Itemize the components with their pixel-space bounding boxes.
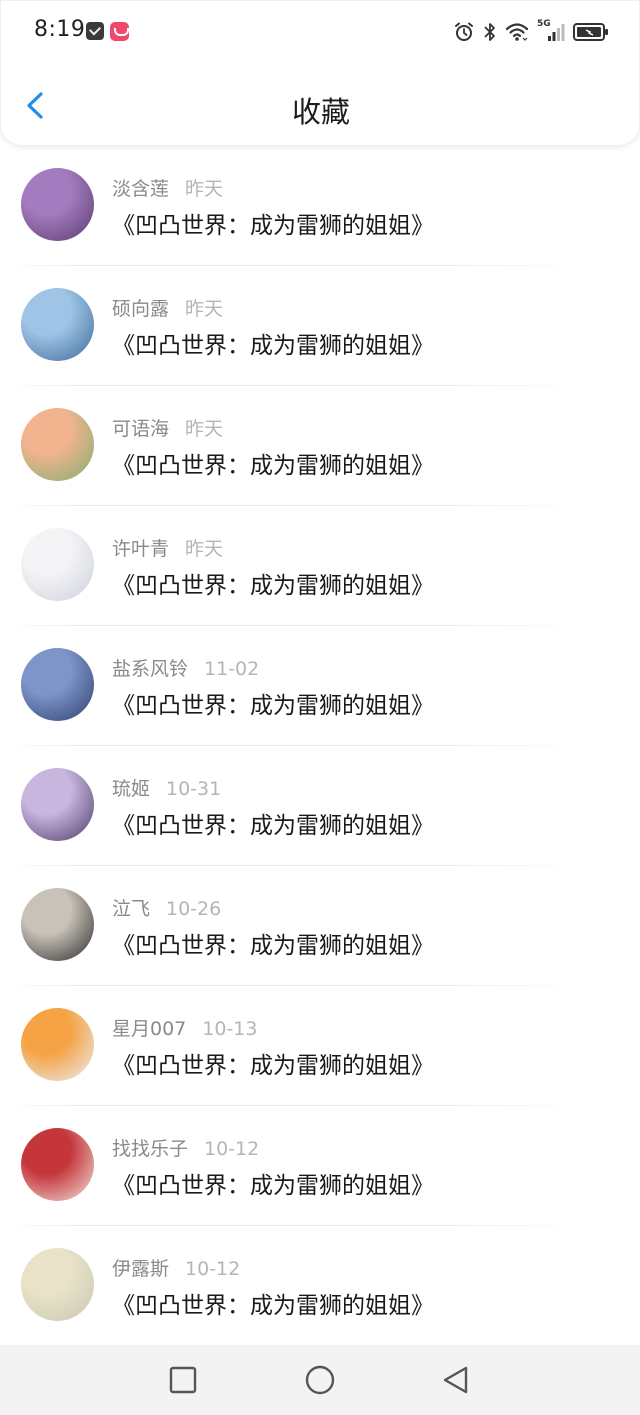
user-name[interactable]: 硕向露 [112,298,169,320]
recent-apps-icon [169,1366,197,1394]
top-bar: 8:19 5G 收藏 [0,0,640,146]
favorite-list-item[interactable]: 伊露斯 10-12 《凹凸世界：成为雷狮的姐姐》 [0,1226,640,1346]
item-date: 10-26 [166,898,222,920]
avatar[interactable] [21,648,94,721]
user-name[interactable]: 找找乐子 [112,1138,188,1160]
favorite-list-item[interactable]: 盐系风铃 11-02 《凹凸世界：成为雷狮的姐姐》 [0,626,640,746]
item-date: 昨天 [185,538,224,560]
favorite-list-item[interactable]: 泣飞 10-26 《凹凸世界：成为雷狮的姐姐》 [0,866,640,986]
5g-signal-icon: 5G [537,19,565,43]
avatar[interactable] [21,408,94,481]
message-icon [86,22,104,40]
user-name[interactable]: 伊露斯 [112,1258,169,1280]
system-nav-bar [0,1345,640,1415]
battery-icon [573,21,609,43]
item-meta: 找找乐子 10-12 [112,1134,259,1161]
favorites-list: 淡含莲 昨天 《凹凸世界：成为雷狮的姐姐》 硕向露 昨天 《凹凸世界：成为雷狮的姐姐》 可语… [0,146,640,1346]
book-title[interactable]: 《凹凸世界：成为雷狮的姐姐》 [112,926,434,960]
avatar[interactable] [21,168,94,241]
item-meta: 星月007 10-13 [112,1014,257,1041]
book-title[interactable]: 《凹凸世界：成为雷狮的姐姐》 [112,1046,434,1080]
item-date: 10-12 [204,1138,260,1160]
favorite-list-item[interactable]: 可语海 昨天《凹凸世界：成为雷狮的姐姐》 [0,386,640,506]
favorite-list-item[interactable]: 硕向露 昨天《凹凸世界：成为雷狮的姐姐》 [0,266,640,386]
book-title[interactable]: 《凹凸世界：成为雷狮的姐姐》 [112,326,434,360]
user-name[interactable]: 星月007 [112,1018,186,1040]
back-triangle-icon [443,1366,468,1394]
item-date: 昨天 [185,298,224,320]
book-title[interactable]: 《凹凸世界：成为雷狮的姐姐》 [112,446,434,480]
favorite-list-item[interactable]: 找找乐子 10-12 《凹凸世界：成为雷狮的姐姐》 [0,1106,640,1226]
item-meta: 许叶青 昨天 [112,534,223,561]
app-icon [110,22,129,41]
page-title: 收藏 [291,95,350,129]
item-meta: 淡含莲 昨天 [112,174,223,201]
avatar[interactable] [21,288,94,361]
user-name[interactable]: 泣飞 [112,898,150,920]
avatar[interactable] [21,888,94,961]
avatar[interactable] [21,1248,94,1321]
item-meta: 伊露斯 10-12 [112,1254,240,1281]
back-nav-button[interactable] [438,1362,474,1398]
avatar[interactable] [21,528,94,601]
book-title[interactable]: 《凹凸世界：成为雷狮的姐姐》 [112,1286,434,1320]
item-meta: 盐系风铃 11-02 [112,654,259,681]
bluetooth-icon [483,21,497,43]
favorite-list-item[interactable]: 淡含莲 昨天《凹凸世界：成为雷狮的姐姐》 [0,146,640,266]
status-bar: 8:19 5G [1,1,640,63]
avatar[interactable] [21,1008,94,1081]
book-title[interactable]: 《凹凸世界：成为雷狮的姐姐》 [112,206,434,240]
item-meta: 可语海 昨天 [112,414,223,441]
user-name[interactable]: 许叶青 [112,538,169,560]
user-name[interactable]: 盐系风铃 [112,658,188,680]
item-date: 10-13 [202,1018,258,1040]
user-name[interactable]: 淡含莲 [112,178,169,200]
status-icons: 5G [453,18,609,46]
book-title[interactable]: 《凹凸世界：成为雷狮的姐姐》 [112,566,434,600]
page-header: 收藏 [1,63,640,147]
alarm-icon [453,21,475,43]
item-meta: 琉姬 10-31 [112,774,221,801]
item-date: 昨天 [185,178,224,200]
item-date: 11-02 [204,658,260,680]
screen: 8:19 5G 收藏 淡含莲 昨天 《凹凸世界：成为雷狮的姐姐》 硕向露 昨天 … [0,0,640,1415]
book-title[interactable]: 《凹凸世界：成为雷狮的姐姐》 [112,1166,434,1200]
avatar[interactable] [21,1128,94,1201]
favorite-list-item[interactable]: 星月007 10-13 《凹凸世界：成为雷狮的姐姐》 [0,986,640,1106]
user-name[interactable]: 可语海 [112,418,169,440]
home-icon [305,1365,335,1395]
recent-apps-button[interactable] [165,1362,201,1398]
item-date: 10-12 [185,1258,241,1280]
item-meta: 泣飞 10-26 [112,894,221,921]
status-time: 8:19 [34,17,86,42]
book-title[interactable]: 《凹凸世界：成为雷狮的姐姐》 [112,686,434,720]
favorite-list-item[interactable]: 许叶青 昨天《凹凸世界：成为雷狮的姐姐》 [0,506,640,626]
user-name[interactable]: 琉姬 [112,778,150,800]
wifi-icon [505,21,529,43]
avatar[interactable] [21,768,94,841]
item-date: 10-31 [166,778,222,800]
item-meta: 硕向露 昨天 [112,294,223,321]
item-date: 昨天 [185,418,224,440]
home-button[interactable] [302,1362,338,1398]
book-title[interactable]: 《凹凸世界：成为雷狮的姐姐》 [112,806,434,840]
favorite-list-item[interactable]: 琉姬 10-31 《凹凸世界：成为雷狮的姐姐》 [0,746,640,866]
